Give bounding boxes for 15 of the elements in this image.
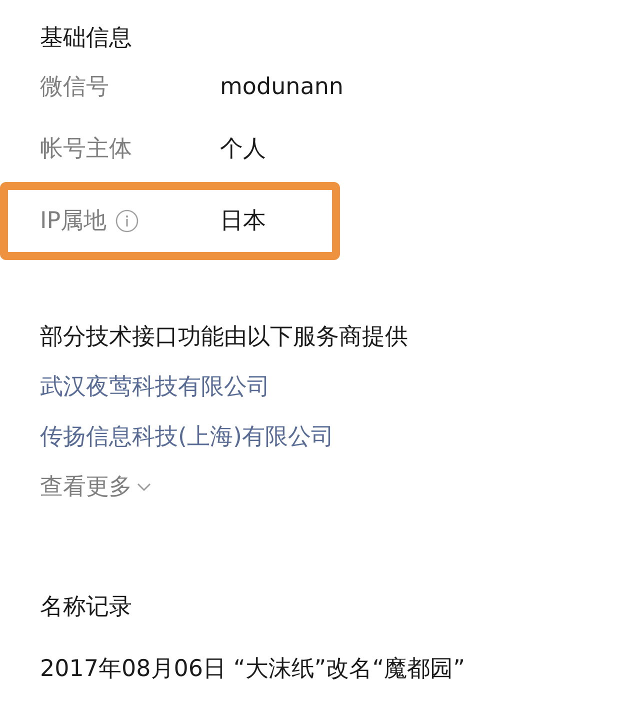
section-title: 基础信息	[39, 24, 133, 53]
field-label: IP属地	[40, 206, 107, 236]
view-more-button[interactable]: 查看更多	[40, 470, 152, 504]
section-title: 部分技术接口功能由以下服务商提供	[39, 323, 409, 352]
info-icon	[114, 209, 139, 233]
field-value: 个人	[220, 134, 266, 164]
field-value: 日本	[220, 206, 266, 236]
field-label: 微信号	[40, 72, 109, 102]
company-link[interactable]: 传扬信息科技(上海)有限公司	[40, 420, 334, 454]
field-label: 帐号主体	[40, 134, 132, 164]
chevron-down-icon	[136, 482, 152, 492]
rename-record: 2017年08月06日 “大沫纸”改名“魔都园”	[39, 655, 466, 684]
company-link[interactable]: 武汉夜莺科技有限公司	[40, 370, 270, 404]
section-title: 名称记录	[39, 593, 133, 622]
field-value: modunann	[220, 72, 344, 102]
